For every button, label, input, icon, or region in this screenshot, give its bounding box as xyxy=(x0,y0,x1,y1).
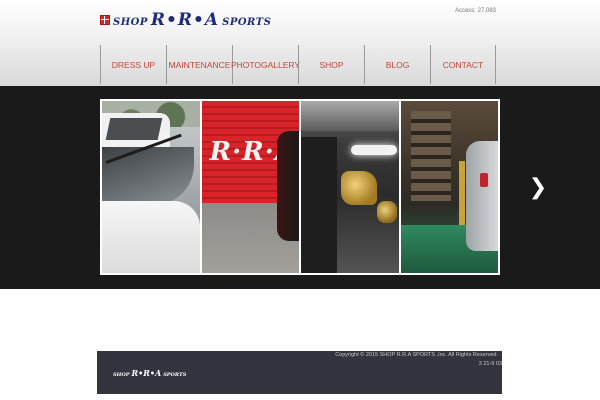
logo-suffix: SPORTS xyxy=(222,17,272,28)
logo-square-icon xyxy=(100,15,110,25)
nav-item-blog[interactable]: BLOG xyxy=(364,45,430,84)
footer-logo-suffix: SPORTS xyxy=(163,372,187,378)
slide-photo-garage[interactable] xyxy=(400,101,498,273)
chevron-right-icon[interactable]: ❯ xyxy=(528,177,548,199)
footer-logo[interactable]: SHOP R•R•A SPORTS xyxy=(113,368,186,378)
photo-slider: R·R·A ❯ xyxy=(0,86,600,289)
slide-photo-red-shutter[interactable]: R·R·A xyxy=(201,101,299,273)
footer-logo-prefix: SHOP xyxy=(113,372,130,378)
site-footer: SHOP R•R•A SPORTS Copyright © 2015 SHOP … xyxy=(97,351,502,394)
nav-item-contact[interactable]: CONTACT xyxy=(430,45,496,84)
footer-logo-main: R•R•A xyxy=(131,368,162,378)
main-nav: DRESS UP MAINTENANCE PHOTOGALLERY SHOP B… xyxy=(100,45,496,84)
copyright-text: Copyright © 2015 SHOP R.R.A SPORTS ,Inc.… xyxy=(335,352,498,358)
access-counter: Access: 27,083 xyxy=(454,8,496,14)
slide-photo-white-car[interactable] xyxy=(102,101,200,273)
slide-photo-car-detail[interactable] xyxy=(301,101,399,273)
logo-prefix: SHOP xyxy=(113,17,148,28)
nav-item-dress-up[interactable]: DRESS UP xyxy=(100,45,166,84)
footer-address: 3 21-9 03 xyxy=(478,361,502,367)
site-logo[interactable]: SHOP R•R•A SPORTS xyxy=(100,10,271,30)
slider-frame: R·R·A xyxy=(100,99,500,275)
nav-item-shop[interactable]: SHOP xyxy=(298,45,364,84)
nav-item-photogallery[interactable]: PHOTOGALLERY xyxy=(231,45,300,84)
logo-main: R•R•A xyxy=(150,10,220,30)
logo-wordmark: SHOP R•R•A SPORTS xyxy=(113,10,271,30)
site-header: SHOP R•R•A SPORTS Access: 27,083 DRESS U… xyxy=(0,0,600,86)
nav-item-maintenance[interactable]: MAINTENANCE xyxy=(166,45,232,84)
